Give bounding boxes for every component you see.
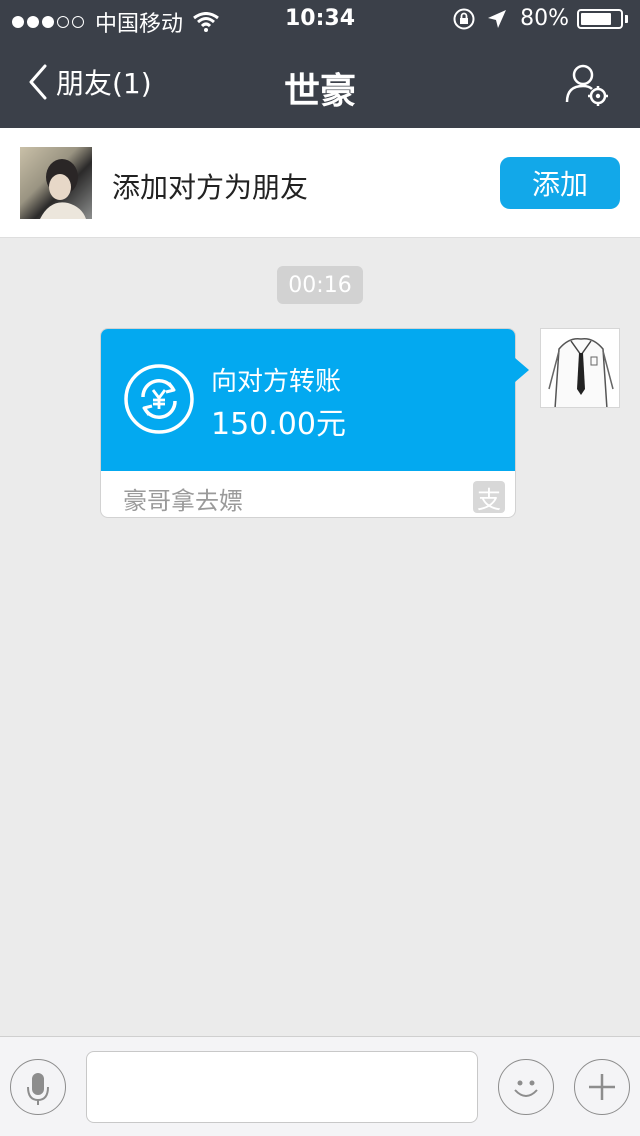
back-button[interactable]: 朋友(1) [28, 62, 152, 102]
status-right: 80% [452, 6, 628, 31]
user-settings-icon [565, 64, 608, 106]
input-bar [0, 1036, 640, 1136]
battery-icon [577, 8, 623, 29]
rotation-lock-icon [453, 8, 475, 29]
transfer-title: 向对方转账 [211, 367, 342, 397]
emoji-button[interactable] [498, 1059, 554, 1115]
transfer-note: 豪哥拿去嫖 [123, 487, 243, 515]
yuan-transfer-icon [124, 364, 194, 434]
chevron-left-icon [29, 64, 47, 100]
transfer-message-bubble[interactable]: 向对方转账 150.00元 豪哥拿去嫖 支 [100, 328, 516, 518]
bubble-tail [515, 358, 529, 382]
more-button[interactable] [574, 1059, 630, 1115]
chat-settings-button[interactable] [564, 62, 610, 108]
alipay-icon: 支 [473, 481, 505, 514]
smiley-icon [514, 1080, 538, 1097]
voice-button[interactable] [10, 1059, 66, 1115]
nav-bar: 朋友(1) 世豪 [0, 40, 640, 128]
transfer-header: 向对方转账 150.00元 [101, 329, 515, 471]
add-friend-button[interactable]: 添加 [500, 157, 620, 209]
location-arrow-icon [488, 9, 507, 28]
add-friend-prompt: 添加对方为朋友 [112, 171, 309, 204]
contact-avatar[interactable] [20, 147, 92, 219]
message-input[interactable] [86, 1051, 478, 1123]
back-label: 朋友(1) [56, 67, 152, 100]
add-friend-bar: 添加对方为朋友 添加 [0, 128, 640, 238]
battery-percentage: 80% [520, 6, 569, 31]
my-avatar[interactable] [540, 328, 620, 408]
message-timestamp: 00:16 [277, 266, 363, 304]
status-bar: 中国移动 10:34 80% [0, 0, 640, 40]
microphone-icon [27, 1073, 49, 1105]
header: 中国移动 10:34 80% 朋友(1) 世豪 [0, 0, 640, 128]
battery-fill [581, 12, 611, 25]
plus-icon [589, 1074, 615, 1100]
transfer-amount: 150.00元 [211, 407, 346, 442]
